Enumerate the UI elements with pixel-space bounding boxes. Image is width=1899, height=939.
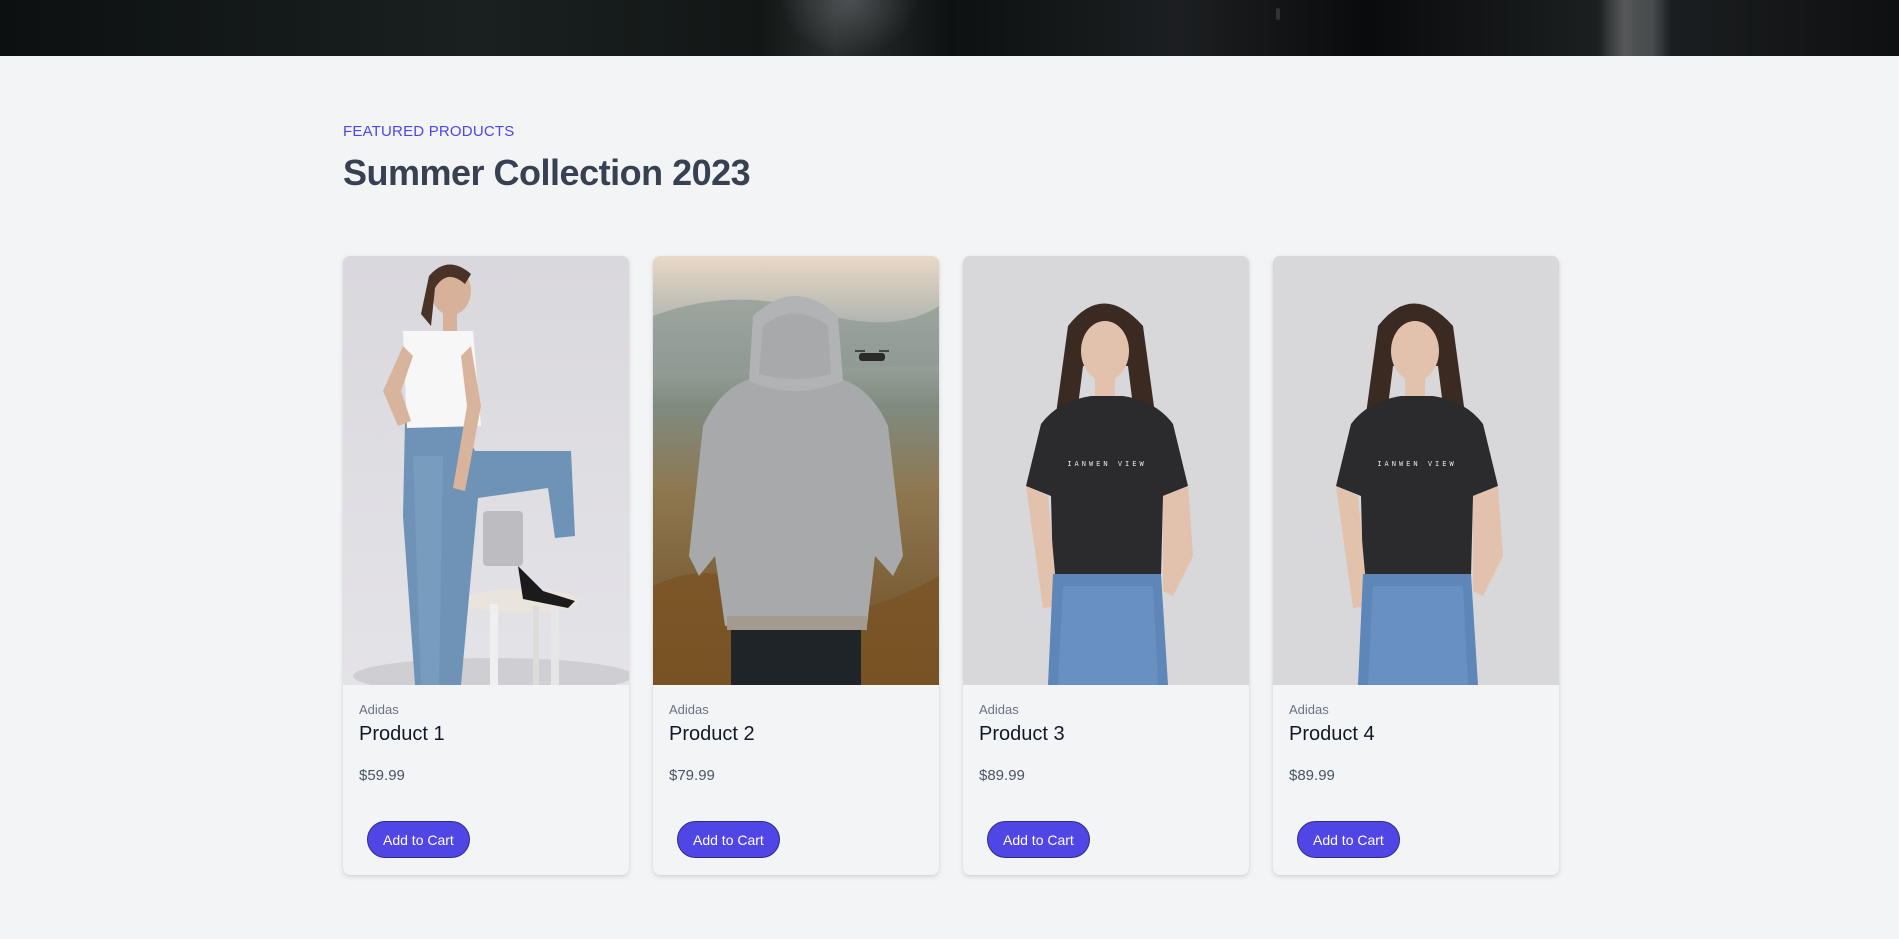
product-name[interactable]: Product 3 bbox=[979, 723, 1233, 746]
section-eyebrow: FEATURED PRODUCTS bbox=[343, 123, 515, 140]
hero-highlight bbox=[780, 0, 920, 56]
product-brand: Adidas bbox=[1289, 702, 1329, 717]
product-price: $79.99 bbox=[669, 767, 715, 784]
product-image[interactable]: IANWEN VIEW bbox=[1273, 256, 1559, 685]
product-name[interactable]: Product 4 bbox=[1289, 723, 1543, 746]
product-image[interactable] bbox=[343, 256, 629, 685]
product-brand: Adidas bbox=[979, 702, 1019, 717]
product-card[interactable]: IANWEN VIEW Adidas Product 3 $89.99 Add … bbox=[963, 256, 1249, 875]
hero-banner-image bbox=[0, 0, 1899, 56]
product-price: $89.99 bbox=[979, 767, 1025, 784]
add-to-cart-button[interactable]: Add to Cart bbox=[987, 821, 1090, 858]
product-image[interactable]: IANWEN VIEW bbox=[963, 256, 1249, 685]
hero-detail bbox=[1276, 8, 1280, 20]
product-name[interactable]: Product 1 bbox=[359, 723, 613, 746]
product-price: $59.99 bbox=[359, 767, 405, 784]
add-to-cart-button[interactable]: Add to Cart bbox=[677, 821, 780, 858]
product-card[interactable]: IANWEN VIEW Adidas Product 4 $89.99 Add … bbox=[1273, 256, 1559, 875]
product-brand: Adidas bbox=[359, 702, 399, 717]
add-to-cart-button[interactable]: Add to Cart bbox=[367, 821, 470, 858]
product-brand: Adidas bbox=[669, 702, 709, 717]
hero-highlight bbox=[1600, 0, 1650, 56]
add-to-cart-button[interactable]: Add to Cart bbox=[1297, 821, 1400, 858]
svg-text:IANWEN VIEW: IANWEN VIEW bbox=[1067, 460, 1146, 468]
section-title: Summer Collection 2023 bbox=[343, 152, 751, 193]
product-grid: Adidas Product 1 $59.99 Add to Cart Adid… bbox=[343, 256, 1559, 875]
product-name[interactable]: Product 2 bbox=[669, 723, 923, 746]
product-image[interactable] bbox=[653, 256, 939, 685]
product-price: $89.99 bbox=[1289, 767, 1335, 784]
product-card[interactable]: Adidas Product 1 $59.99 Add to Cart bbox=[343, 256, 629, 875]
svg-text:IANWEN VIEW: IANWEN VIEW bbox=[1377, 460, 1456, 468]
product-card[interactable]: Adidas Product 2 $79.99 Add to Cart bbox=[653, 256, 939, 875]
